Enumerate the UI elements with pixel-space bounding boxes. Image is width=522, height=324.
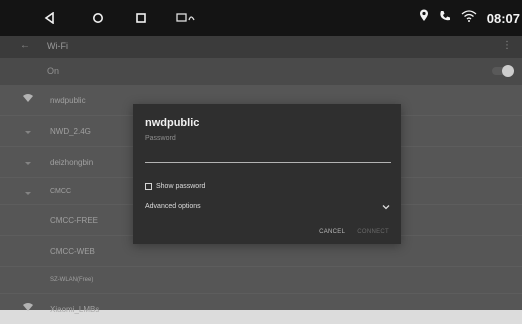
app-toolbar: ← Wi-Fi ⋮	[0, 36, 522, 58]
wifi-password-dialog: nwdpublic Password Show password Advance…	[133, 104, 401, 244]
status-bar: 08:07	[0, 0, 522, 36]
screenshot-icon[interactable]	[175, 10, 197, 26]
advanced-options-label: Advanced options	[145, 203, 201, 210]
dialog-actions: CANCEL CONNECT	[319, 229, 389, 235]
phone-icon	[439, 9, 451, 27]
dialog-title: nwdpublic	[145, 117, 200, 129]
page-title: Wi-Fi	[47, 41, 68, 51]
more-vert-icon[interactable]: ⋮	[502, 40, 512, 51]
location-pin-icon	[419, 9, 429, 27]
chevron-down-icon	[381, 202, 391, 212]
cancel-button[interactable]: CANCEL	[319, 229, 345, 235]
wifi-icon	[461, 9, 477, 27]
show-password-checkbox[interactable]	[145, 183, 152, 190]
back-triangle-icon[interactable]	[42, 10, 58, 26]
status-icons: 08:07	[419, 9, 520, 27]
arrow-back-icon[interactable]: ←	[20, 40, 30, 51]
connect-button[interactable]: CONNECT	[357, 229, 389, 235]
recents-square-icon[interactable]	[133, 10, 149, 26]
android-screen: 08:07 ← Wi-Fi ⋮ On nwdpublic NWD_2.4G de…	[0, 0, 522, 314]
show-password-label: Show password	[156, 183, 206, 190]
home-circle-icon[interactable]	[90, 10, 106, 26]
password-label: Password	[145, 135, 176, 142]
advanced-options-row[interactable]: Advanced options	[145, 203, 391, 210]
password-input[interactable]	[145, 146, 391, 163]
clock: 08:07	[486, 10, 520, 26]
show-password-row[interactable]: Show password	[145, 183, 205, 190]
